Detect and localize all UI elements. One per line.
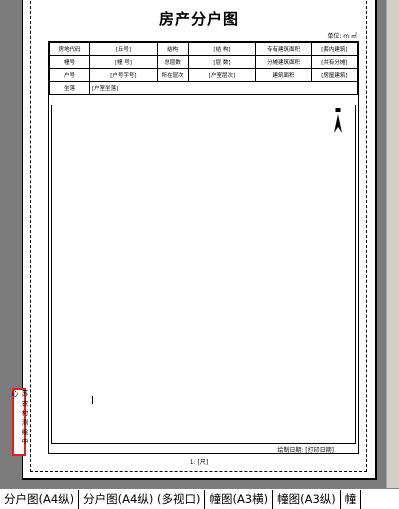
table-cell: [层 数]: [187, 55, 257, 69]
text-cursor: [92, 396, 93, 404]
table-row: 户号 [户号字号] 所在层次 [户室层次] 建筑面积 [房屋建筑]: [48, 68, 359, 82]
tab-building-a3-landscape[interactable]: 幢图(A3横): [205, 490, 274, 509]
table-cell: 房地代码: [48, 42, 91, 56]
table-cell: 结构: [156, 42, 189, 56]
property-info-table: 房地代码 [丘号] 结构 [结 构] 专有建筑面积 [套内建筑] 幢号 [幢 号…: [48, 42, 359, 95]
paper-sheet: 房产分户图 单位: m ㎡ 房地代码 [丘号] 结构 [结 构] 专有建筑面积 …: [22, 0, 377, 480]
table-row: 幢号 [幢 号] 总层数 [层 数] 分摊建筑面积 [共有分摊]: [48, 55, 359, 69]
drawing-workspace[interactable]: 房产分户图 单位: m ㎡ 房地代码 [丘号] 结构 [结 构] 专有建筑面积 …: [0, 0, 399, 488]
table-row: 房地代码 [丘号] 结构 [结 构] 专有建筑面积 [套内建筑]: [48, 42, 359, 56]
tab-a4-portrait[interactable]: 分户图(A4纵): [0, 490, 80, 509]
table-cell: 幢号: [48, 55, 91, 69]
scale-label: 1: [尺]: [189, 459, 209, 466]
table-cell: 户号: [48, 68, 91, 82]
table-cell: [丘号]: [89, 42, 158, 56]
table-cell: [幢 号]: [89, 55, 158, 69]
footer-row: 绘制日期: [打印日期]: [51, 443, 356, 454]
tab-building-a3-portrait[interactable]: 幢图(A3纵): [273, 490, 341, 509]
drawing-title: 房产分户图: [158, 10, 239, 28]
table-cell: [套内建筑]: [310, 42, 359, 56]
address-label: 坐落: [48, 81, 91, 95]
red-seal-stamp: 苏 农 村 测 绘 中 心: [10, 388, 28, 456]
floor-plan-area[interactable]: [51, 105, 356, 443]
table-row: 坐落 [户室坐落]: [48, 81, 358, 95]
address-value: [户室坐落]: [89, 81, 358, 95]
tab-a4-portrait-multiviewport[interactable]: 分户图(A4纵) (多视口): [79, 490, 206, 509]
table-cell: 分摊建筑面积: [255, 55, 312, 69]
table-cell: 建筑面积: [255, 68, 312, 82]
unit-label: 单位: m ㎡: [327, 33, 357, 40]
draw-date-label: 绘制日期: [打印日期]: [277, 447, 334, 454]
table-cell: 专有建筑面积: [255, 42, 312, 56]
table-cell: [结 构]: [187, 42, 257, 56]
table-cell: [房屋建筑]: [310, 68, 359, 82]
seal-text: 苏 农 村 测 绘 中 心: [10, 390, 28, 445]
layout-tabs: 分户图(A4纵) 分户图(A4纵) (多视口) 幢图(A3横) 幢图(A3纵) …: [0, 488, 399, 509]
table-cell: [户室层次]: [187, 68, 257, 82]
table-cell: [共有分摊]: [310, 55, 359, 69]
north-arrow-icon: [334, 108, 342, 133]
table-cell: 总层数: [156, 55, 189, 69]
table-cell: 所在层次: [156, 68, 189, 82]
vertical-scrollbar[interactable]: [386, 0, 399, 488]
tab-building-more[interactable]: 幢: [341, 490, 362, 509]
drawing-frame: 房地代码 [丘号] 结构 [结 构] 专有建筑面积 [套内建筑] 幢号 [幢 号…: [48, 41, 359, 454]
table-cell: [户号字号]: [89, 68, 158, 82]
